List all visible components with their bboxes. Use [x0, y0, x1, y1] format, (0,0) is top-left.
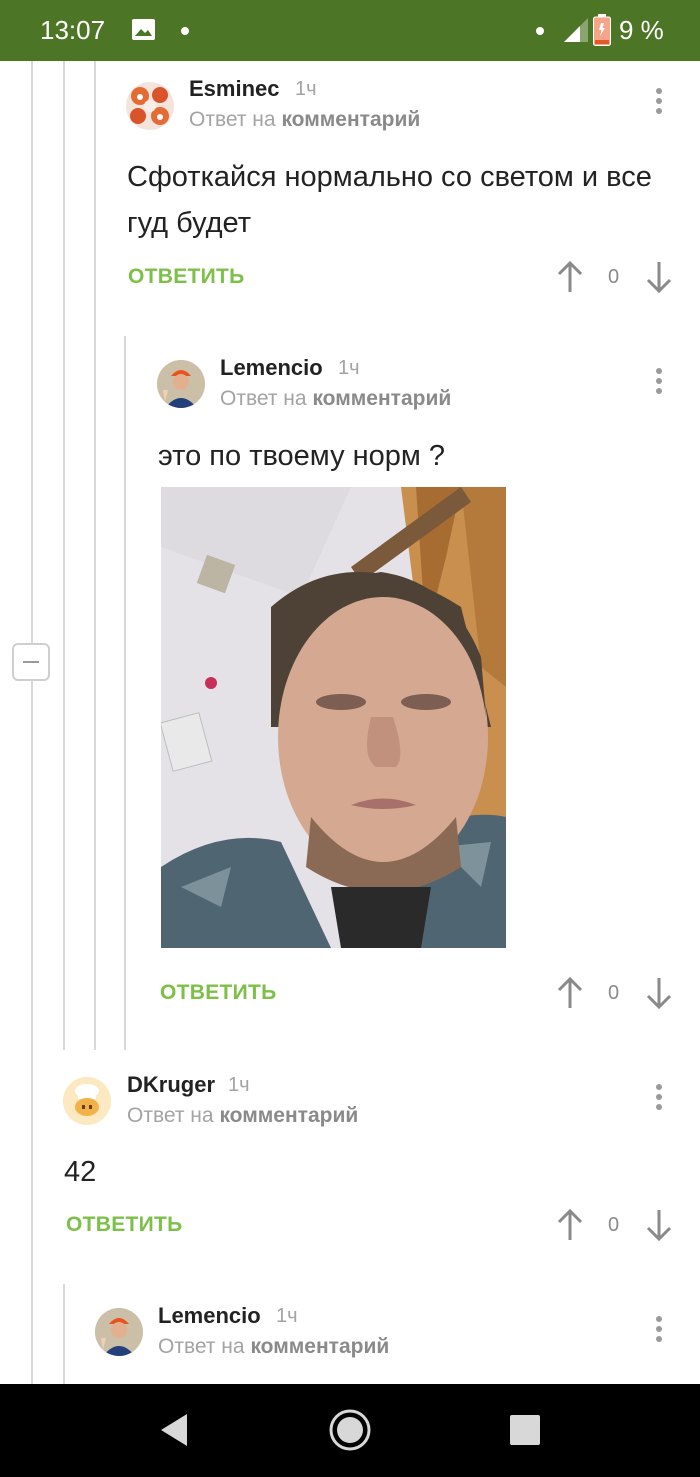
reply-to-label: Ответ на комментарий — [220, 387, 452, 410]
fox-avatar-icon — [130, 87, 169, 125]
reply-to-link[interactable]: комментарий — [219, 1104, 358, 1127]
thread-line — [124, 336, 126, 1050]
comment-time: 1ч — [228, 1074, 250, 1096]
comment-author[interactable]: Lemencio — [220, 355, 323, 381]
battery-percent: 9 % — [619, 15, 664, 45]
comment-text: это по твоему норм ? — [158, 440, 446, 472]
reply-to-link[interactable]: комментарий — [312, 387, 451, 410]
thread-line — [31, 61, 33, 643]
reply-to-label: Ответ на комментарий — [127, 1104, 359, 1127]
avatar[interactable] — [126, 82, 174, 130]
comment-time: 1ч — [338, 357, 360, 379]
avatar[interactable] — [157, 360, 205, 408]
signal-icon — [564, 18, 588, 42]
reply-to-link[interactable]: комментарий — [281, 108, 420, 131]
thread-line — [63, 61, 65, 1050]
vote-score: 0 — [608, 1214, 620, 1236]
system-navigation-bar — [0, 1384, 700, 1477]
status-bar: 13:07 9 % — [0, 0, 700, 61]
downvote-icon[interactable] — [646, 1209, 672, 1241]
collapse-thread-button[interactable] — [12, 643, 50, 681]
notification-dot-icon — [536, 27, 544, 35]
gallery-notification-icon — [132, 19, 155, 40]
comment-time: 1ч — [276, 1305, 298, 1327]
status-time: 13:07 — [40, 15, 106, 45]
back-icon[interactable] — [159, 1413, 189, 1447]
upvote-icon[interactable] — [557, 261, 583, 293]
comment-text: 42 — [64, 1156, 97, 1188]
thread-line — [63, 1284, 65, 1384]
reply-button[interactable]: ОТВЕТИТЬ — [128, 265, 245, 289]
avatar[interactable] — [63, 1077, 111, 1125]
recent-apps-icon[interactable] — [510, 1415, 540, 1445]
avatar[interactable] — [95, 1308, 143, 1356]
vote-score: 0 — [608, 266, 620, 288]
chef-avatar-icon — [63, 1077, 111, 1125]
comment-photo[interactable] — [161, 487, 506, 948]
more-options-icon[interactable] — [655, 1316, 663, 1346]
vote-score: 0 — [608, 982, 620, 1004]
downvote-icon[interactable] — [646, 977, 672, 1009]
notification-dot-icon — [181, 27, 189, 35]
battery-icon — [593, 14, 611, 46]
comment-text: Сфоткайся нормально со светом и все гуд … — [127, 161, 652, 239]
reply-to-label: Ответ на комментарий — [158, 1335, 390, 1358]
comment-author[interactable]: Esminec — [189, 76, 280, 102]
home-icon[interactable] — [328, 1408, 372, 1452]
comment-author[interactable]: Lemencio — [158, 1303, 261, 1329]
comment-time: 1ч — [295, 78, 317, 100]
reply-to-label: Ответ на комментарий — [189, 108, 421, 131]
more-options-icon[interactable] — [655, 88, 663, 118]
upvote-icon[interactable] — [557, 1209, 583, 1241]
more-options-icon[interactable] — [655, 1084, 663, 1114]
thread-line — [94, 61, 96, 1050]
downvote-icon[interactable] — [646, 261, 672, 293]
reply-button[interactable]: ОТВЕТИТЬ — [160, 981, 277, 1005]
more-options-icon[interactable] — [655, 368, 663, 398]
upvote-icon[interactable] — [557, 977, 583, 1009]
user-avatar-icon — [95, 1308, 143, 1356]
thread-line — [31, 681, 33, 1384]
reply-to-link[interactable]: комментарий — [250, 1335, 389, 1358]
reply-button[interactable]: ОТВЕТИТЬ — [66, 1213, 183, 1237]
user-avatar-icon — [157, 360, 205, 408]
comment-author[interactable]: DKruger — [127, 1072, 215, 1098]
